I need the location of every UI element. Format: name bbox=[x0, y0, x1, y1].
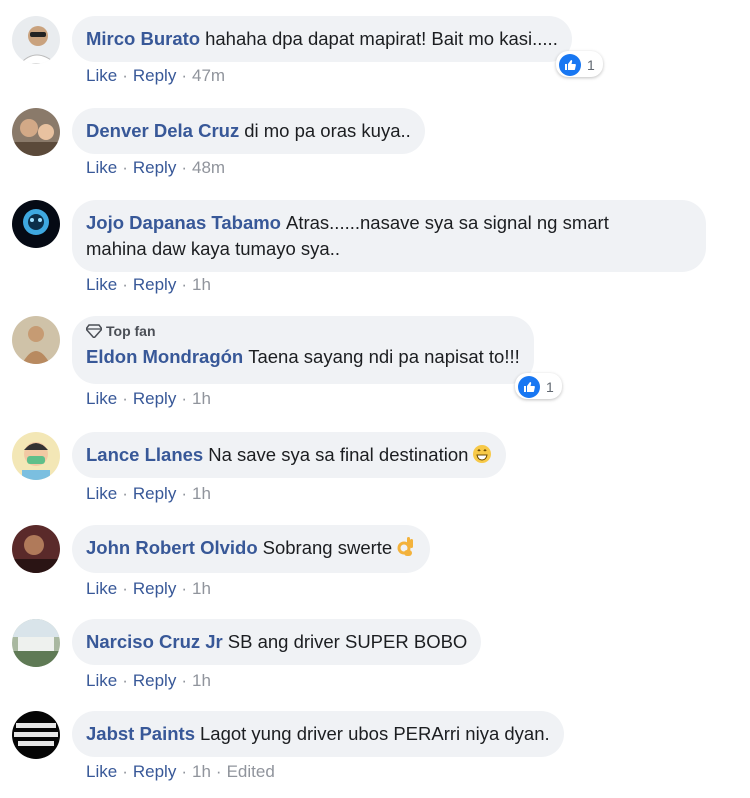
comment-author[interactable]: Eldon Mondragón bbox=[86, 346, 243, 367]
comment-author[interactable]: Jojo Dapanas Tabamo bbox=[86, 212, 281, 233]
reply-link[interactable]: Reply bbox=[133, 389, 176, 409]
comment-timestamp[interactable]: 47m bbox=[192, 66, 225, 86]
comment-timestamp[interactable]: 1h bbox=[192, 389, 211, 409]
like-link[interactable]: Like bbox=[86, 389, 117, 409]
separator-dot: · bbox=[181, 275, 187, 294]
like-link[interactable]: Like bbox=[86, 275, 117, 295]
separator-dot: · bbox=[122, 66, 128, 85]
separator-dot: · bbox=[181, 389, 187, 408]
separator-dot: · bbox=[122, 762, 128, 781]
comment-text: Na save sya sa final destination bbox=[208, 444, 469, 465]
avatar[interactable] bbox=[12, 711, 60, 759]
comment-bubble: Mirco Burato hahaha dpa dapat mapirat! Ba… bbox=[72, 16, 572, 62]
avatar[interactable] bbox=[12, 525, 60, 573]
comment-text: Taena sayang ndi pa napisat to!!! bbox=[248, 346, 520, 367]
comment-bubble: Lance Llanes Na save sya sa final destina… bbox=[72, 432, 507, 478]
separator-dot: · bbox=[122, 275, 128, 294]
avatar[interactable] bbox=[12, 432, 60, 480]
comment-bubble: Top fan Eldon Mondragón Taena sayang ndi … bbox=[72, 316, 534, 384]
separator-dot: · bbox=[122, 158, 128, 177]
comment-text: Lagot yung driver ubos PERArri niya dyan… bbox=[200, 723, 550, 744]
top-fan-badge: Top fan bbox=[85, 322, 520, 342]
comment-actions: Like · Reply · 1h bbox=[86, 389, 211, 409]
separator-dot: · bbox=[215, 762, 222, 781]
comment-author[interactable]: John Robert Olvido bbox=[86, 537, 258, 558]
comment-actions: Like · Reply · 1h bbox=[86, 484, 211, 504]
separator-dot: · bbox=[122, 389, 128, 408]
separator-dot: · bbox=[181, 484, 187, 503]
comment-timestamp[interactable]: 1h bbox=[192, 762, 211, 782]
reply-link[interactable]: Reply bbox=[133, 484, 176, 504]
comment-text: SB ang driver SUPER BOBO bbox=[227, 631, 468, 652]
comment-bubble: Narciso Cruz Jr SB ang driver SUPER BOBO bbox=[72, 619, 482, 665]
separator-dot: · bbox=[181, 671, 187, 690]
avatar[interactable] bbox=[12, 619, 60, 667]
separator-dot: · bbox=[122, 579, 128, 598]
avatar[interactable] bbox=[12, 200, 60, 248]
comment-bubble: Jojo Dapanas Tabamo Atras......nasave sya… bbox=[72, 200, 706, 272]
reply-link[interactable]: Reply bbox=[133, 762, 176, 782]
avatar[interactable] bbox=[12, 316, 60, 364]
reply-link[interactable]: Reply bbox=[133, 66, 176, 86]
comment-actions: Like · Reply · 1h bbox=[86, 275, 211, 295]
comment-text-line2: mahina daw kaya tumayo sya.. bbox=[86, 238, 340, 259]
diamond-icon bbox=[85, 324, 103, 342]
reply-link[interactable]: Reply bbox=[133, 158, 176, 178]
avatar[interactable] bbox=[12, 16, 60, 64]
comment-timestamp[interactable]: 48m bbox=[192, 158, 225, 178]
edited-label[interactable]: Edited bbox=[227, 762, 275, 782]
comment-actions: Like · Reply · 1h bbox=[86, 579, 211, 599]
reply-link[interactable]: Reply bbox=[133, 671, 176, 691]
reply-link[interactable]: Reply bbox=[133, 275, 176, 295]
like-link[interactable]: Like bbox=[86, 66, 117, 86]
like-link[interactable]: Like bbox=[86, 762, 117, 782]
like-link[interactable]: Like bbox=[86, 671, 117, 691]
like-link[interactable]: Like bbox=[86, 484, 117, 504]
like-icon bbox=[559, 54, 581, 76]
comment-text: hahaha dpa dapat mapirat! Bait mo kasi..… bbox=[205, 28, 558, 49]
comment-text: di mo pa oras kuya.. bbox=[244, 120, 411, 141]
comment-bubble: John Robert Olvido Sobrang swerte bbox=[72, 525, 431, 573]
avatar[interactable] bbox=[12, 108, 60, 156]
comment-timestamp[interactable]: 1h bbox=[192, 671, 211, 691]
reaction-number: 1 bbox=[546, 379, 554, 395]
like-link[interactable]: Like bbox=[86, 579, 117, 599]
comment-text: Sobrang swerte bbox=[262, 537, 393, 558]
comment-text: Atras......nasave sya sa signal ng smart bbox=[285, 212, 609, 233]
reaction-number: 1 bbox=[587, 57, 595, 73]
top-fan-label: Top fan bbox=[106, 323, 156, 339]
comment-actions: Like · Reply · 1h bbox=[86, 671, 211, 691]
like-link[interactable]: Like bbox=[86, 158, 117, 178]
comment-actions: Like · Reply · 48m bbox=[86, 158, 225, 178]
separator-dot: · bbox=[122, 484, 128, 503]
grinning-face-emoji bbox=[472, 444, 492, 471]
separator-dot: · bbox=[181, 158, 187, 177]
comment-timestamp[interactable]: 1h bbox=[192, 275, 211, 295]
comment-actions: Like · Reply · 1h · Edited bbox=[86, 762, 275, 782]
comment-timestamp[interactable]: 1h bbox=[192, 484, 211, 504]
comment-author[interactable]: Lance Llanes bbox=[86, 444, 203, 465]
reply-link[interactable]: Reply bbox=[133, 579, 176, 599]
comment-timestamp[interactable]: 1h bbox=[192, 579, 211, 599]
separator-dot: · bbox=[122, 671, 128, 690]
comment-bubble: Jabst Paints Lagot yung driver ubos PERAr… bbox=[72, 711, 564, 757]
ok-hand-emoji bbox=[396, 535, 416, 564]
comment-author[interactable]: Jabst Paints bbox=[86, 723, 195, 744]
separator-dot: · bbox=[181, 66, 187, 85]
comment-actions: Like · Reply · 47m bbox=[86, 66, 225, 86]
comment-author[interactable]: Narciso Cruz Jr bbox=[86, 631, 223, 652]
comment-bubble: Denver Dela Cruz di mo pa oras kuya.. bbox=[72, 108, 425, 154]
separator-dot: · bbox=[181, 762, 187, 781]
comment-author[interactable]: Mirco Burato bbox=[86, 28, 200, 49]
like-icon bbox=[518, 376, 540, 398]
reaction-count[interactable]: 1 bbox=[556, 51, 603, 77]
comment-author[interactable]: Denver Dela Cruz bbox=[86, 120, 239, 141]
separator-dot: · bbox=[181, 579, 187, 598]
reaction-count[interactable]: 1 bbox=[515, 373, 562, 399]
